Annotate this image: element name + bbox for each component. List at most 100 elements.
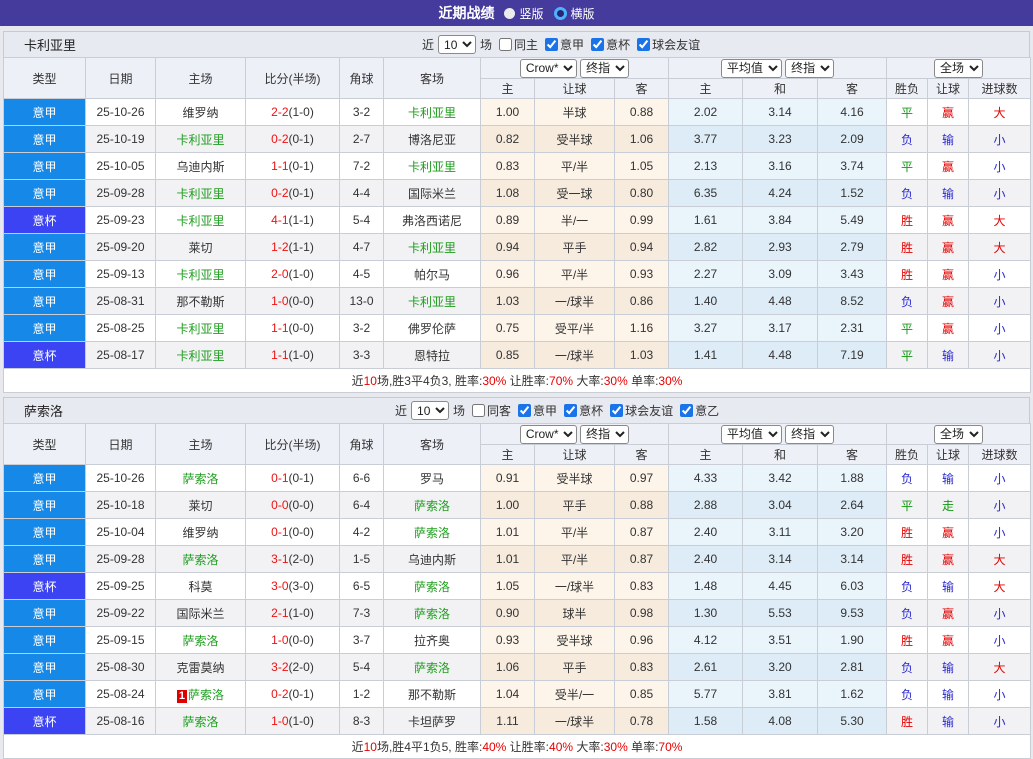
bookmaker-select-cell: Crow* 终指	[481, 58, 669, 79]
bookmaker-select[interactable]: Crow*	[520, 59, 577, 78]
score: 0-2(0-1)	[246, 126, 340, 153]
radio-selected-icon[interactable]	[554, 7, 567, 20]
checkbox-input[interactable]	[472, 404, 485, 417]
match-date: 25-09-28	[86, 546, 156, 573]
radio-icon[interactable]	[504, 8, 515, 19]
matches-table: 类型 日期 主场 比分(半场) 角球 客场 Crow* 终指 平均值 终指 全场	[3, 57, 1031, 393]
result-outcome: 平	[887, 315, 928, 342]
match-date: 25-10-04	[86, 519, 156, 546]
result-handicap: 走	[928, 492, 969, 519]
checkbox-input[interactable]	[610, 404, 623, 417]
filter-checkbox[interactable]: 意甲	[538, 36, 584, 53]
checkbox-input[interactable]	[518, 404, 531, 417]
result-goalline: 小	[969, 492, 1031, 519]
filter-checkbox[interactable]: 同主	[492, 36, 538, 53]
odds-period-select[interactable]: 终指	[580, 425, 629, 444]
corner-count: 2-7	[340, 126, 384, 153]
scope-select[interactable]: 全场	[934, 59, 983, 78]
avg-home-odds: 2.82	[669, 234, 743, 261]
league-badge: 意甲	[4, 492, 86, 519]
average-period-select[interactable]: 终指	[785, 59, 834, 78]
filter-checkbox[interactable]: 同客	[465, 402, 511, 419]
match-row: 意甲25-10-19卡利亚里0-2(0-1)2-7博洛尼亚0.82受半球1.06…	[4, 126, 1031, 153]
corner-count: 5-4	[340, 654, 384, 681]
games-label: 场	[453, 402, 465, 419]
corner-count: 5-4	[340, 207, 384, 234]
rounds-select[interactable]: 10	[438, 35, 476, 54]
average-select[interactable]: 平均值	[721, 59, 782, 78]
column-header: 主	[481, 445, 535, 465]
checkbox-input[interactable]	[564, 404, 577, 417]
filter-checkbox[interactable]: 意杯	[584, 36, 630, 53]
league-badge: 意甲	[4, 126, 86, 153]
handicap-line: 一/球半	[535, 342, 615, 369]
layout-radio-vertical[interactable]: 竖版	[504, 5, 543, 22]
bookmaker-select[interactable]: Crow*	[520, 425, 577, 444]
result-goalline: 小	[969, 519, 1031, 546]
avg-draw-odds: 5.53	[743, 600, 818, 627]
summary-segment: 近	[352, 374, 364, 388]
avg-draw-odds: 4.08	[743, 708, 818, 735]
avg-draw-odds: 4.45	[743, 573, 818, 600]
match-date: 25-08-24	[86, 681, 156, 708]
checkbox-input[interactable]	[680, 404, 693, 417]
layout-radio-horizontal[interactable]: 横版	[554, 5, 595, 22]
league-badge: 意甲	[4, 465, 86, 492]
result-handicap: 赢	[928, 546, 969, 573]
checkbox-input[interactable]	[591, 38, 604, 51]
corner-count: 3-2	[340, 99, 384, 126]
handicap-line: 半/一	[535, 207, 615, 234]
away-team: 帕尔马	[384, 261, 481, 288]
avg-away-odds: 5.30	[818, 708, 887, 735]
odds-period-select[interactable]: 终指	[580, 59, 629, 78]
team-name: 萨索洛	[4, 401, 63, 420]
checkbox-input[interactable]	[545, 38, 558, 51]
checkbox-input[interactable]	[637, 38, 650, 51]
average-select[interactable]: 平均值	[721, 425, 782, 444]
avg-draw-odds: 3.09	[743, 261, 818, 288]
rounds-select[interactable]: 10	[411, 401, 449, 420]
handicap-home-odds: 0.85	[481, 342, 535, 369]
average-period-select[interactable]: 终指	[785, 425, 834, 444]
home-team: 莱切	[156, 234, 246, 261]
summary-segment: 10	[364, 374, 377, 388]
games-label: 场	[480, 36, 492, 53]
filter-checkbox[interactable]: 球会友谊	[630, 36, 700, 53]
away-team: 卡坦萨罗	[384, 708, 481, 735]
match-row: 意杯25-08-17卡利亚里1-1(1-0)3-3恩特拉0.85一/球半1.03…	[4, 342, 1031, 369]
avg-away-odds: 6.03	[818, 573, 887, 600]
page-title: 近期战绩	[438, 3, 494, 23]
home-team: 卡利亚里	[156, 315, 246, 342]
filter-checkbox[interactable]: 意甲	[511, 402, 557, 419]
handicap-line: 受平/半	[535, 315, 615, 342]
handicap-line: 受一球	[535, 180, 615, 207]
league-badge: 意杯	[4, 573, 86, 600]
checkbox-input[interactable]	[499, 38, 512, 51]
corner-count: 1-2	[340, 681, 384, 708]
away-team: 卡利亚里	[384, 99, 481, 126]
scope-select[interactable]: 全场	[934, 425, 983, 444]
summary-segment: 让胜率:	[506, 374, 549, 388]
match-date: 25-08-30	[86, 654, 156, 681]
match-row: 意甲25-09-28萨索洛3-1(2-0)1-5乌迪内斯1.01平/半0.872…	[4, 546, 1031, 573]
filter-checkbox[interactable]: 意杯	[557, 402, 603, 419]
avg-away-odds: 2.79	[818, 234, 887, 261]
score: 0-0(0-0)	[246, 492, 340, 519]
team-section-sassuolo: 萨索洛 近 10 场 同客意甲意杯球会友谊意乙 类型 日期 主场 比分(半场) …	[3, 397, 1030, 759]
filter-checkbox[interactable]: 意乙	[673, 402, 719, 419]
filter-checkbox[interactable]: 球会友谊	[603, 402, 673, 419]
home-team: 卡利亚里	[156, 126, 246, 153]
summary-segment: 场,胜3平4负3, 胜率:	[377, 374, 482, 388]
column-header: 角球	[340, 58, 384, 99]
column-header: 客场	[384, 58, 481, 99]
handicap-line: 半球	[535, 99, 615, 126]
handicap-away-odds: 0.98	[615, 600, 669, 627]
corner-count: 13-0	[340, 288, 384, 315]
result-handicap: 赢	[928, 288, 969, 315]
match-row: 意杯25-09-23卡利亚里4-1(1-1)5-4弗洛西诺尼0.89半/一0.9…	[4, 207, 1031, 234]
away-team: 弗洛西诺尼	[384, 207, 481, 234]
corner-count: 4-5	[340, 261, 384, 288]
result-goalline: 大	[969, 573, 1031, 600]
handicap-away-odds: 0.86	[615, 288, 669, 315]
summary-segment: 近	[352, 740, 364, 754]
